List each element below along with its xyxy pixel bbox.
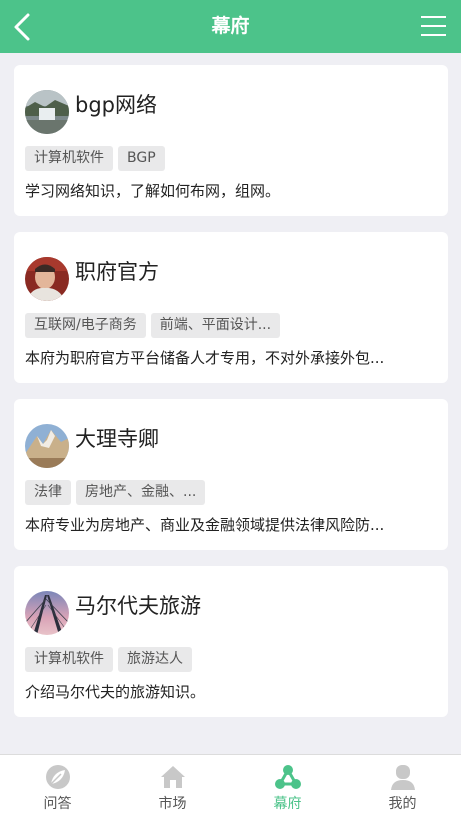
tab-wenda[interactable]: 问答 (0, 755, 115, 818)
tab-label: 幕府 (273, 796, 302, 812)
mufu-card[interactable]: bgp网络 计算机软件 BGP 学习网络知识，了解如何布网，组网。 (14, 65, 448, 216)
tag: 计算机软件 (25, 146, 113, 171)
tag-list: 互联网/电子商务 前端、平面设计... (25, 313, 285, 338)
mufu-name: bgp网络 (75, 93, 157, 117)
mufu-name: 马尔代夫旅游 (75, 594, 201, 618)
menu-icon[interactable] (420, 15, 447, 37)
home-icon (161, 766, 185, 788)
tag: 互联网/电子商务 (25, 313, 146, 338)
avatar (25, 424, 69, 468)
user-icon (391, 765, 415, 790)
tab-mufu[interactable]: 幕府 (230, 755, 345, 818)
mufu-card[interactable]: 马尔代夫旅游 计算机软件 旅游达人 介绍马尔代夫的旅游知识。 (14, 566, 448, 717)
avatar (25, 257, 69, 301)
tab-label: 问答 (43, 796, 72, 812)
tag: BGP (118, 146, 165, 171)
tab-shichang[interactable]: 市场 (115, 755, 230, 818)
tag: 旅游达人 (118, 647, 192, 672)
tab-label: 市场 (158, 796, 187, 812)
top-bar: 幕府 (0, 0, 461, 53)
tag-list: 计算机软件 BGP (25, 146, 170, 171)
page-title: 幕府 (211, 15, 250, 37)
network-icon (275, 765, 301, 789)
mufu-description: 本府为职府官方平台储备人才专用，不对外承接外包... (25, 349, 385, 367)
mufu-card[interactable]: 大理寺卿 法律 房地产、金融、... 本府专业为房地产、商业及金融领域提供法律风险… (14, 399, 448, 550)
avatar (25, 591, 69, 635)
mufu-card[interactable]: 职府官方 互联网/电子商务 前端、平面设计... 本府为职府官方平台储备人才专用，… (14, 232, 448, 383)
bottom-tab-bar: 问答 市场 幕府 我的 (0, 754, 461, 818)
tag-list: 计算机软件 旅游达人 (25, 647, 197, 672)
tag: 计算机软件 (25, 647, 113, 672)
tag-list: 法律 房地产、金融、... (25, 480, 210, 505)
mufu-list: bgp网络 计算机软件 BGP 学习网络知识，了解如何布网，组网。 职府官方 互联… (14, 65, 448, 733)
avatar (25, 90, 69, 134)
mufu-description: 本府专业为房地产、商业及金融领域提供法律风险防... (25, 516, 385, 534)
tag: 房地产、金融、... (76, 480, 206, 505)
tag: 前端、平面设计... (150, 313, 281, 338)
tab-label: 我的 (388, 796, 417, 812)
tag: 法律 (25, 480, 71, 505)
leaf-icon (46, 765, 70, 789)
mufu-description: 介绍马尔代夫的旅游知识。 (25, 683, 206, 701)
mufu-name: 职府官方 (75, 260, 159, 284)
mufu-name: 大理寺卿 (75, 427, 159, 451)
tab-wode[interactable]: 我的 (345, 755, 460, 818)
mufu-description: 学习网络知识，了解如何布网，组网。 (25, 182, 281, 200)
